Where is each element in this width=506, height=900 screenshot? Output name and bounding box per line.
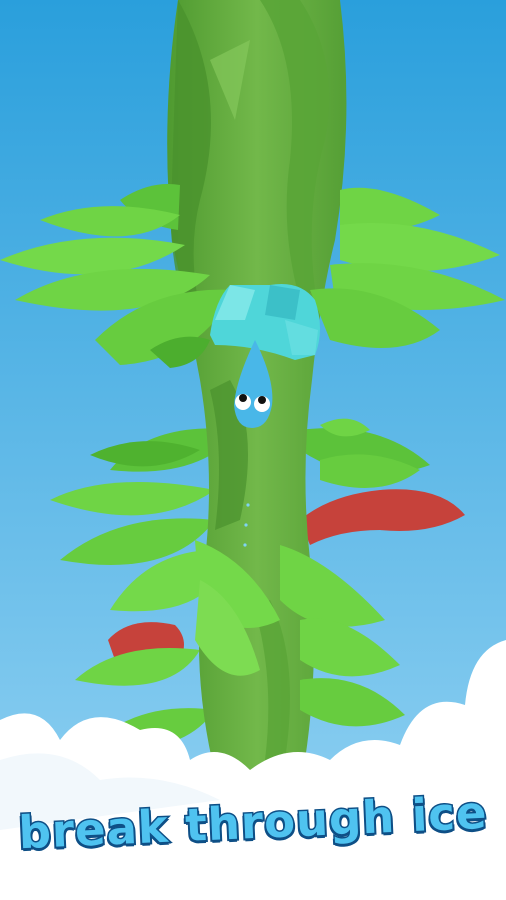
game-canvas[interactable]	[0, 0, 506, 900]
game-scene[interactable]: break through ice	[0, 0, 506, 900]
